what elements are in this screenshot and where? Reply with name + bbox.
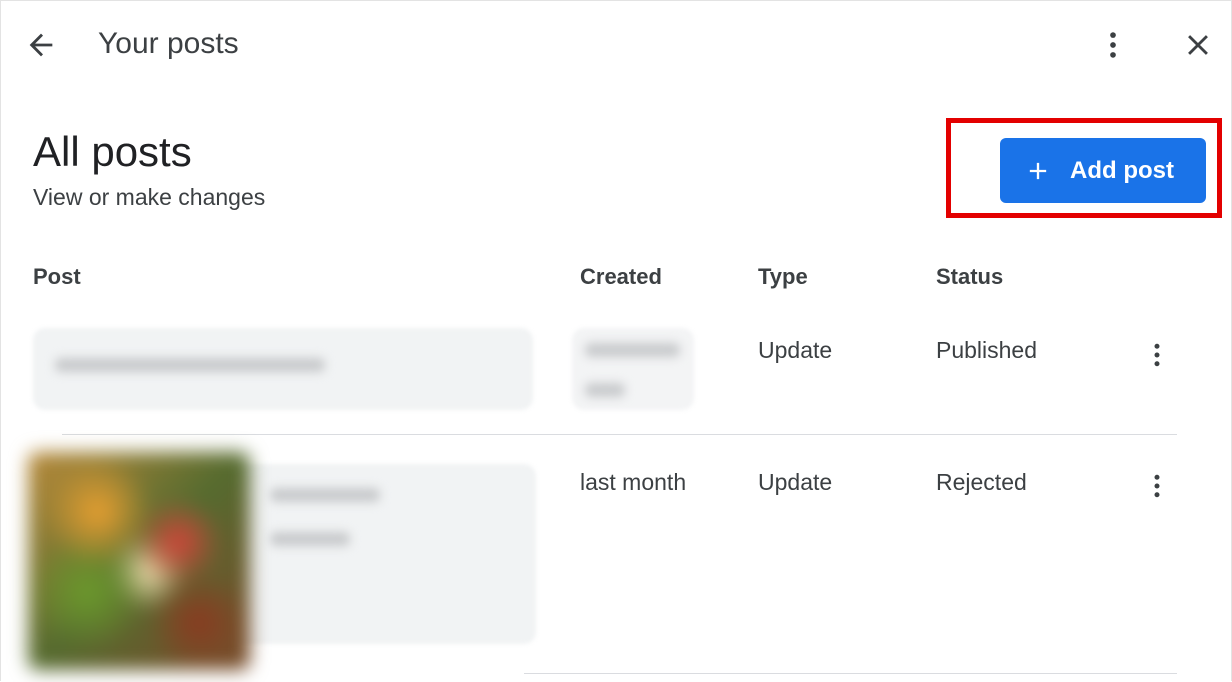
close-button[interactable] — [1175, 22, 1221, 68]
more-vert-icon — [1154, 343, 1160, 367]
column-header-post: Post — [33, 264, 81, 289]
column-header-status: Status — [936, 264, 1004, 289]
created-text-blurred — [585, 343, 680, 357]
post-status: Published — [936, 337, 1038, 363]
page-subtitle: View or make changes — [33, 184, 266, 210]
add-post-label: Add post — [1070, 156, 1174, 184]
row-divider — [62, 434, 1177, 435]
post-type: Update — [758, 469, 833, 495]
page-title: All posts — [33, 128, 192, 175]
post-status: Rejected — [936, 469, 1027, 495]
toolbar-title: Your posts — [98, 27, 239, 60]
more-vert-icon — [1154, 474, 1160, 498]
post-text-blurred — [270, 532, 350, 546]
created-date-blurred — [572, 328, 694, 410]
column-header-created: Created — [580, 264, 662, 289]
created-text-blurred — [585, 383, 625, 397]
add-post-button[interactable]: Add post — [1000, 138, 1206, 203]
row-more-button[interactable] — [1137, 466, 1177, 506]
close-icon — [1188, 35, 1208, 55]
post-thumbnail-image — [28, 452, 250, 670]
column-header-type: Type — [758, 264, 808, 289]
row-divider — [524, 673, 1177, 674]
plus-icon — [1029, 162, 1047, 179]
more-vert-icon — [1110, 32, 1116, 58]
more-options-button[interactable] — [1090, 22, 1136, 68]
post-created: last month — [580, 469, 687, 495]
row-more-button[interactable] — [1137, 335, 1177, 375]
post-text-blurred — [270, 488, 380, 502]
post-type: Update — [758, 337, 833, 363]
back-button[interactable] — [18, 22, 64, 68]
post-text-blurred — [55, 358, 325, 372]
arrow-back-icon — [29, 33, 53, 57]
